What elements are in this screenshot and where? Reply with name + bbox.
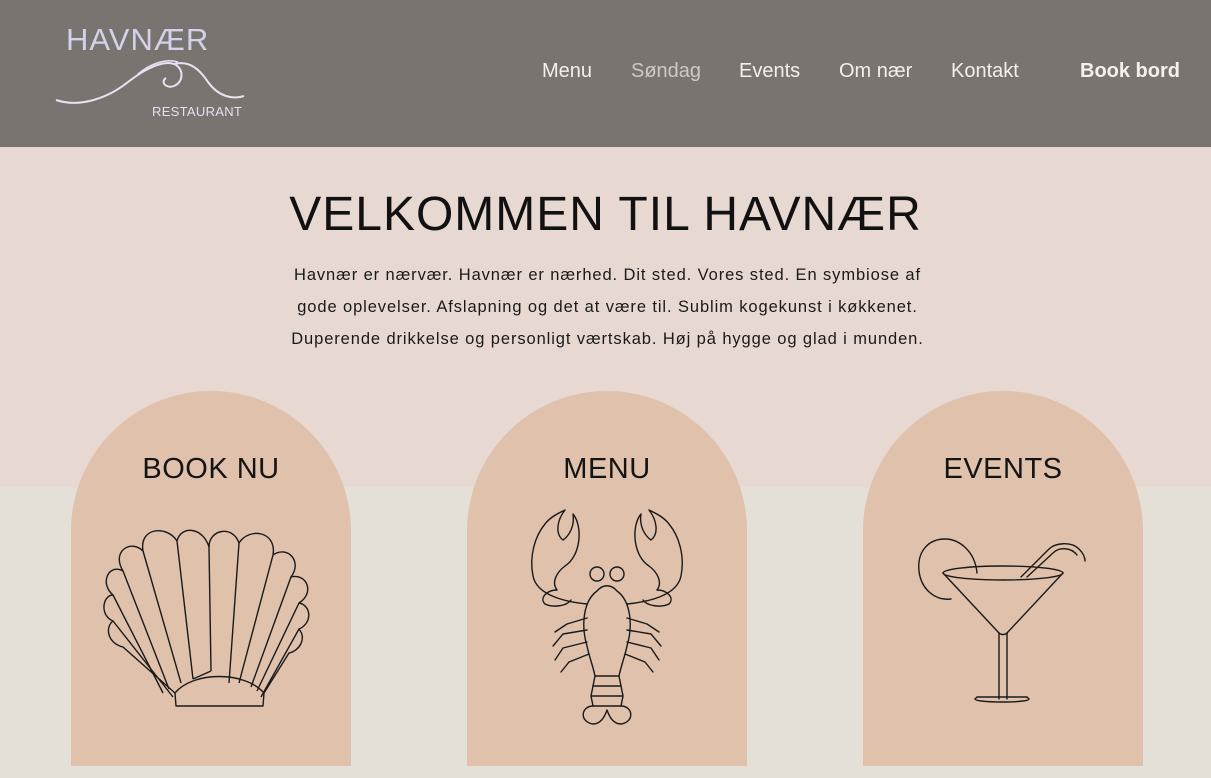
nav-item-events[interactable]: Events [739, 60, 800, 83]
main-nav: Menu Søndag Events Om nær Kontakt Book b… [0, 60, 1211, 86]
logo-name: HAVNÆR [66, 22, 210, 57]
intro-text: Havnær er nærvær. Havnær er nærhed. Dit … [270, 259, 945, 355]
intro-line: Havnær er nærvær. Havnær er nærhed. Dit … [294, 266, 921, 284]
shell-icon [103, 529, 310, 707]
card-label: EVENTS [943, 453, 1063, 485]
card-menu[interactable]: MENU [467, 391, 747, 766]
card-label: MENU [563, 453, 651, 485]
logo-subtitle: RESTAURANT [152, 104, 243, 119]
card-book-nu[interactable]: BOOK NU [71, 391, 351, 766]
lobster-icon [531, 509, 683, 725]
card-events[interactable]: EVENTS [863, 391, 1143, 766]
nav-item-om-naer[interactable]: Om nær [839, 60, 912, 83]
cocktail-icon [918, 538, 1086, 703]
site-header: HAVNÆR RESTAURANT Menu Søndag Events Om … [0, 0, 1211, 147]
page-title: VELKOMMEN TIL HAVNÆR [289, 188, 922, 241]
book-table-button[interactable]: Book bord [1080, 60, 1180, 83]
intro-line: Duperende drikkelse og personligt værtsk… [291, 330, 924, 348]
card-label: BOOK NU [142, 453, 280, 485]
nav-item-menu[interactable]: Menu [542, 60, 592, 83]
nav-item-kontakt[interactable]: Kontakt [951, 60, 1019, 83]
intro-line: gode oplevelser. Afslapning og det at væ… [297, 298, 918, 316]
nav-item-sondag[interactable]: Søndag [631, 60, 701, 83]
